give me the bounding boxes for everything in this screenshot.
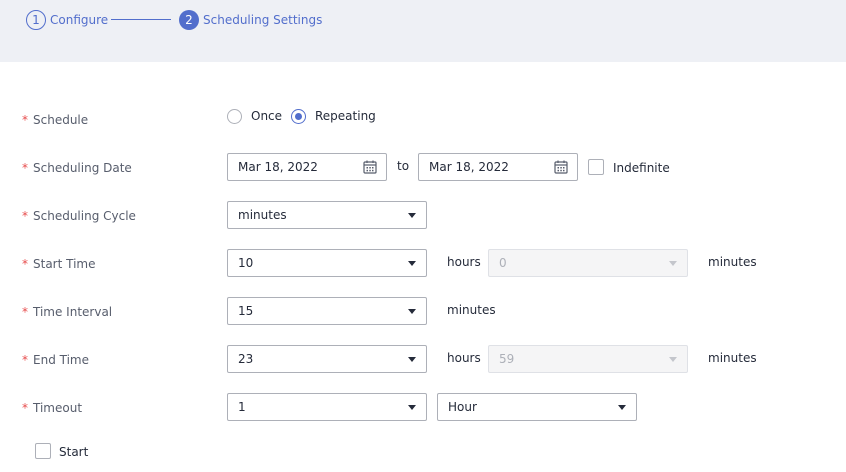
step-connector <box>111 19 171 20</box>
end-minutes-value: 59 <box>499 352 515 366</box>
time-interval-select[interactable]: 15 <box>227 297 427 325</box>
indefinite-label: Indefinite <box>613 161 670 175</box>
step-bar: 1 Configure 2 Scheduling Settings <box>0 0 846 62</box>
timeout-value-select[interactable]: 1 <box>227 393 427 421</box>
radio-label-repeating: Repeating <box>315 109 376 123</box>
timeout-value: 1 <box>238 400 246 414</box>
radio-unchecked-icon <box>227 108 242 124</box>
timeout-unit: Hour <box>448 400 477 414</box>
scheduling-cycle-select[interactable]: minutes <box>227 201 427 229</box>
start-time-label: * Start Time <box>22 257 96 271</box>
step-number-1: 1 <box>26 10 46 30</box>
time-interval-unit: minutes <box>447 303 496 317</box>
time-interval-label: * Time Interval <box>22 305 113 319</box>
start-hours-value: 10 <box>238 256 254 270</box>
start-minutes-unit: minutes <box>708 255 757 269</box>
chevron-down-icon <box>618 405 626 410</box>
scheduling-cycle-value: minutes <box>238 208 287 222</box>
end-hours-value: 23 <box>238 352 254 366</box>
required-marker: * <box>22 401 28 415</box>
start-hours-unit: hours <box>447 255 481 269</box>
start-checkbox[interactable] <box>35 443 51 459</box>
chevron-down-icon <box>669 261 677 266</box>
indefinite-checkbox[interactable] <box>588 159 604 175</box>
end-date-value: Mar 18, 2022 <box>429 160 509 174</box>
scheduling-end-date-picker[interactable]: Mar 18, 2022 <box>418 153 578 181</box>
start-minutes-value: 0 <box>499 256 507 270</box>
scheduling-date-label: * Scheduling Date <box>22 161 132 175</box>
start-time-hours-select[interactable]: 10 <box>227 249 427 277</box>
start-time-minutes-select: 0 <box>488 249 688 277</box>
chevron-down-icon <box>408 405 416 410</box>
start-checkbox-label: Start <box>59 445 89 459</box>
scheduling-start-date-picker[interactable]: Mar 18, 2022 <box>227 153 387 181</box>
end-time-minutes-select: 59 <box>488 345 688 373</box>
chevron-down-icon <box>408 213 416 218</box>
required-marker: * <box>22 353 28 367</box>
timeout-label: * Timeout <box>22 401 83 415</box>
date-range-separator: to <box>397 159 410 173</box>
chevron-down-icon <box>408 309 416 314</box>
step-number-2: 2 <box>179 10 199 30</box>
time-interval-value: 15 <box>238 304 254 318</box>
radio-checked-icon <box>291 108 306 124</box>
schedule-once-radio[interactable]: Once <box>227 108 282 124</box>
start-date-value: Mar 18, 2022 <box>238 160 318 174</box>
end-minutes-unit: minutes <box>708 351 757 365</box>
chevron-down-icon <box>408 261 416 266</box>
radio-label-once: Once <box>251 109 283 123</box>
step-configure[interactable]: 1 Configure <box>26 10 108 30</box>
end-time-label: * End Time <box>22 353 89 367</box>
chevron-down-icon <box>408 357 416 362</box>
step-scheduling-settings[interactable]: 2 Scheduling Settings <box>179 10 322 30</box>
required-marker: * <box>22 113 28 127</box>
end-time-hours-select[interactable]: 23 <box>227 345 427 373</box>
required-marker: * <box>22 305 28 319</box>
timeout-unit-select[interactable]: Hour <box>437 393 637 421</box>
chevron-down-icon <box>669 357 677 362</box>
required-marker: * <box>22 257 28 271</box>
step-label-configure: Configure <box>50 13 109 27</box>
step-label-scheduling-settings: Scheduling Settings <box>203 13 323 27</box>
schedule-repeating-radio[interactable]: Repeating <box>291 108 376 124</box>
schedule-label: * Schedule <box>22 113 89 127</box>
calendar-icon[interactable] <box>554 160 568 174</box>
required-marker: * <box>22 161 28 175</box>
required-marker: * <box>22 209 28 223</box>
calendar-icon[interactable] <box>363 160 377 174</box>
end-hours-unit: hours <box>447 351 481 365</box>
scheduling-cycle-label: * Scheduling Cycle <box>22 209 136 223</box>
